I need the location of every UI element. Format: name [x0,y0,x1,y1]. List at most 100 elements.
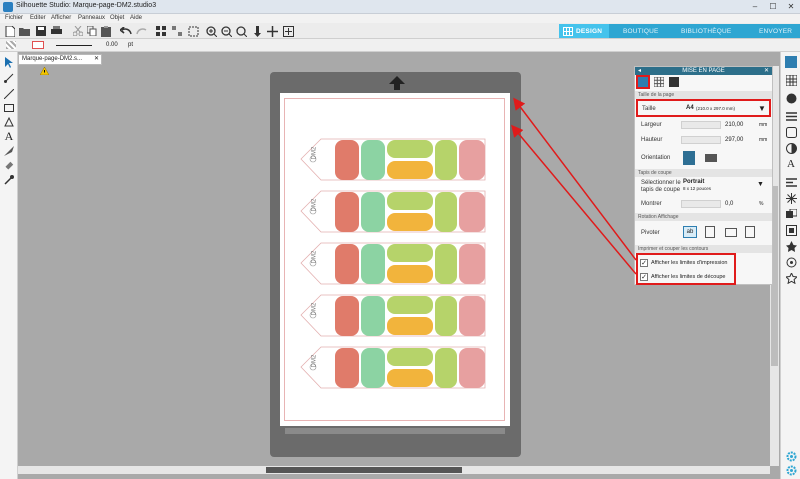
replicate-icon[interactable] [785,192,797,204]
minimize-button[interactable]: – [746,1,764,12]
height-value[interactable]: 297,00 [725,137,743,143]
size-dropdown-icon[interactable]: ▼ [758,104,766,113]
show-value[interactable]: 0,0 [725,201,733,207]
bookmark-label: DM2 [311,146,318,160]
menu-panneaux[interactable]: Panneaux [78,15,105,21]
mat-dropdown-icon[interactable]: ▼ [757,181,764,188]
select-arrow-icon[interactable] [3,56,15,68]
paste-icon[interactable] [100,25,112,37]
zoom-out-icon[interactable] [220,25,232,37]
zoom-box-icon[interactable] [235,25,247,37]
library-icon[interactable] [785,256,797,268]
rotate-0-button[interactable]: ab [683,226,697,238]
document-tab-label: Marque-page-DM2.s... [22,56,83,62]
bookmark: DM2 [299,344,489,391]
pan-icon[interactable] [251,25,263,37]
fit-page-icon[interactable] [282,25,294,37]
landscape-orientation-icon[interactable] [705,154,717,162]
document-tab[interactable]: Marque-page-DM2.s... ✕ [18,54,102,65]
cut-icon[interactable] [72,25,84,37]
redo-icon[interactable] [136,25,148,37]
grid-tab-icon[interactable] [653,76,665,88]
height-slider[interactable] [681,136,721,144]
favorite-star-icon[interactable] [785,272,797,284]
horizontal-scroll-thumb[interactable] [266,467,462,473]
background-tab-icon[interactable] [669,77,679,87]
tab-boutique[interactable]: BOUTIQUE [623,24,659,38]
modify-icon[interactable] [785,208,797,220]
gradient-icon[interactable] [785,142,797,154]
rotate-270-button[interactable] [745,226,755,238]
align-icon[interactable] [785,176,797,188]
eyedropper-tool-icon[interactable] [3,174,15,186]
new-file-icon[interactable] [4,25,16,37]
text-style-icon[interactable]: A [785,158,797,170]
deselect-icon[interactable] [171,25,183,37]
size-value: A4 [686,105,694,111]
width-slider[interactable] [681,121,721,129]
knife-tool-icon[interactable] [3,145,15,157]
line-tool-icon[interactable] [3,88,15,100]
menu-afficher[interactable]: Afficher [51,15,71,21]
open-folder-icon[interactable] [19,25,31,37]
bookmark-label: DM2 [311,198,318,212]
copy-icon[interactable] [86,25,98,37]
settings-gear-2-icon[interactable] [785,464,797,476]
tab-design-label: DESIGN [576,27,603,35]
bookmark: DM2 [299,292,489,339]
orientation-label: Orientation [641,155,671,161]
rotate-90-button[interactable] [705,226,715,238]
line-width-value[interactable]: 0.00 [106,42,118,48]
nav-tabs: DESIGN BOUTIQUE BIBLIOTHÈQUE ENVOYER [559,24,800,38]
page-size-row[interactable]: Taille A4 (210.0 x 297.0 mm) ▼ [636,99,771,117]
grid-settings-icon[interactable] [785,74,797,86]
width-value[interactable]: 210,00 [725,122,743,128]
tab-design[interactable]: DESIGN [559,24,609,38]
panel-collapse-icon[interactable]: ◂ [638,67,641,75]
print-icon[interactable] [50,25,62,37]
settings-gear-icon[interactable] [785,450,797,462]
move-icon[interactable] [266,25,278,37]
menu-editer[interactable]: Editer [30,15,46,21]
bookmark-label: DM2 [311,250,318,264]
show-slider[interactable] [681,200,721,208]
menu-aide[interactable]: Aide [130,15,142,21]
line-style-selector[interactable] [56,45,92,46]
print-limits-checkbox[interactable]: ✓ [640,259,648,267]
rectangle-tool-icon[interactable] [3,102,15,114]
bookmark: DM2 [299,188,489,235]
undo-icon[interactable] [120,25,132,37]
select-all-icon[interactable] [155,25,167,37]
shadow-icon[interactable] [785,126,797,138]
page-setup-tab[interactable] [636,75,650,89]
object-edit-icon[interactable] [187,25,199,37]
mat-ruler [285,428,505,434]
rotate-180-button[interactable] [725,228,737,237]
tab-bibliotheque[interactable]: BIBLIOTHÈQUE [681,24,731,38]
maximize-button[interactable]: ☐ [764,1,782,12]
left-tool-panel: A [0,52,18,479]
save-icon[interactable] [35,25,47,37]
menu-fichier[interactable]: Fichier [5,15,23,21]
line-color-swatch[interactable] [32,41,44,49]
fill-pattern-icon[interactable] [6,41,16,49]
zoom-in-icon[interactable] [205,25,217,37]
close-button[interactable]: ✕ [782,1,800,12]
portrait-orientation-icon[interactable] [683,151,695,165]
offset-icon[interactable] [785,224,797,236]
close-tab-icon[interactable]: ✕ [94,55,99,62]
horizontal-scrollbar[interactable] [18,466,770,474]
menu-objet[interactable]: Objet [110,15,124,21]
mat-value[interactable]: Portrait [683,179,704,185]
polygon-tool-icon[interactable] [3,116,15,128]
trace-icon[interactable] [785,240,797,252]
point-edit-icon[interactable] [3,72,15,84]
line-style-icon[interactable] [785,110,797,122]
cut-limits-checkbox[interactable]: ✓ [640,273,648,281]
tab-envoyer[interactable]: ENVOYER [759,24,792,38]
page-setup-icon[interactable] [785,56,797,68]
eraser-tool-icon[interactable] [3,160,15,172]
panel-close-icon[interactable]: ✕ [764,67,769,75]
text-tool-icon[interactable]: A [3,129,15,143]
fill-color-icon[interactable] [785,92,797,104]
